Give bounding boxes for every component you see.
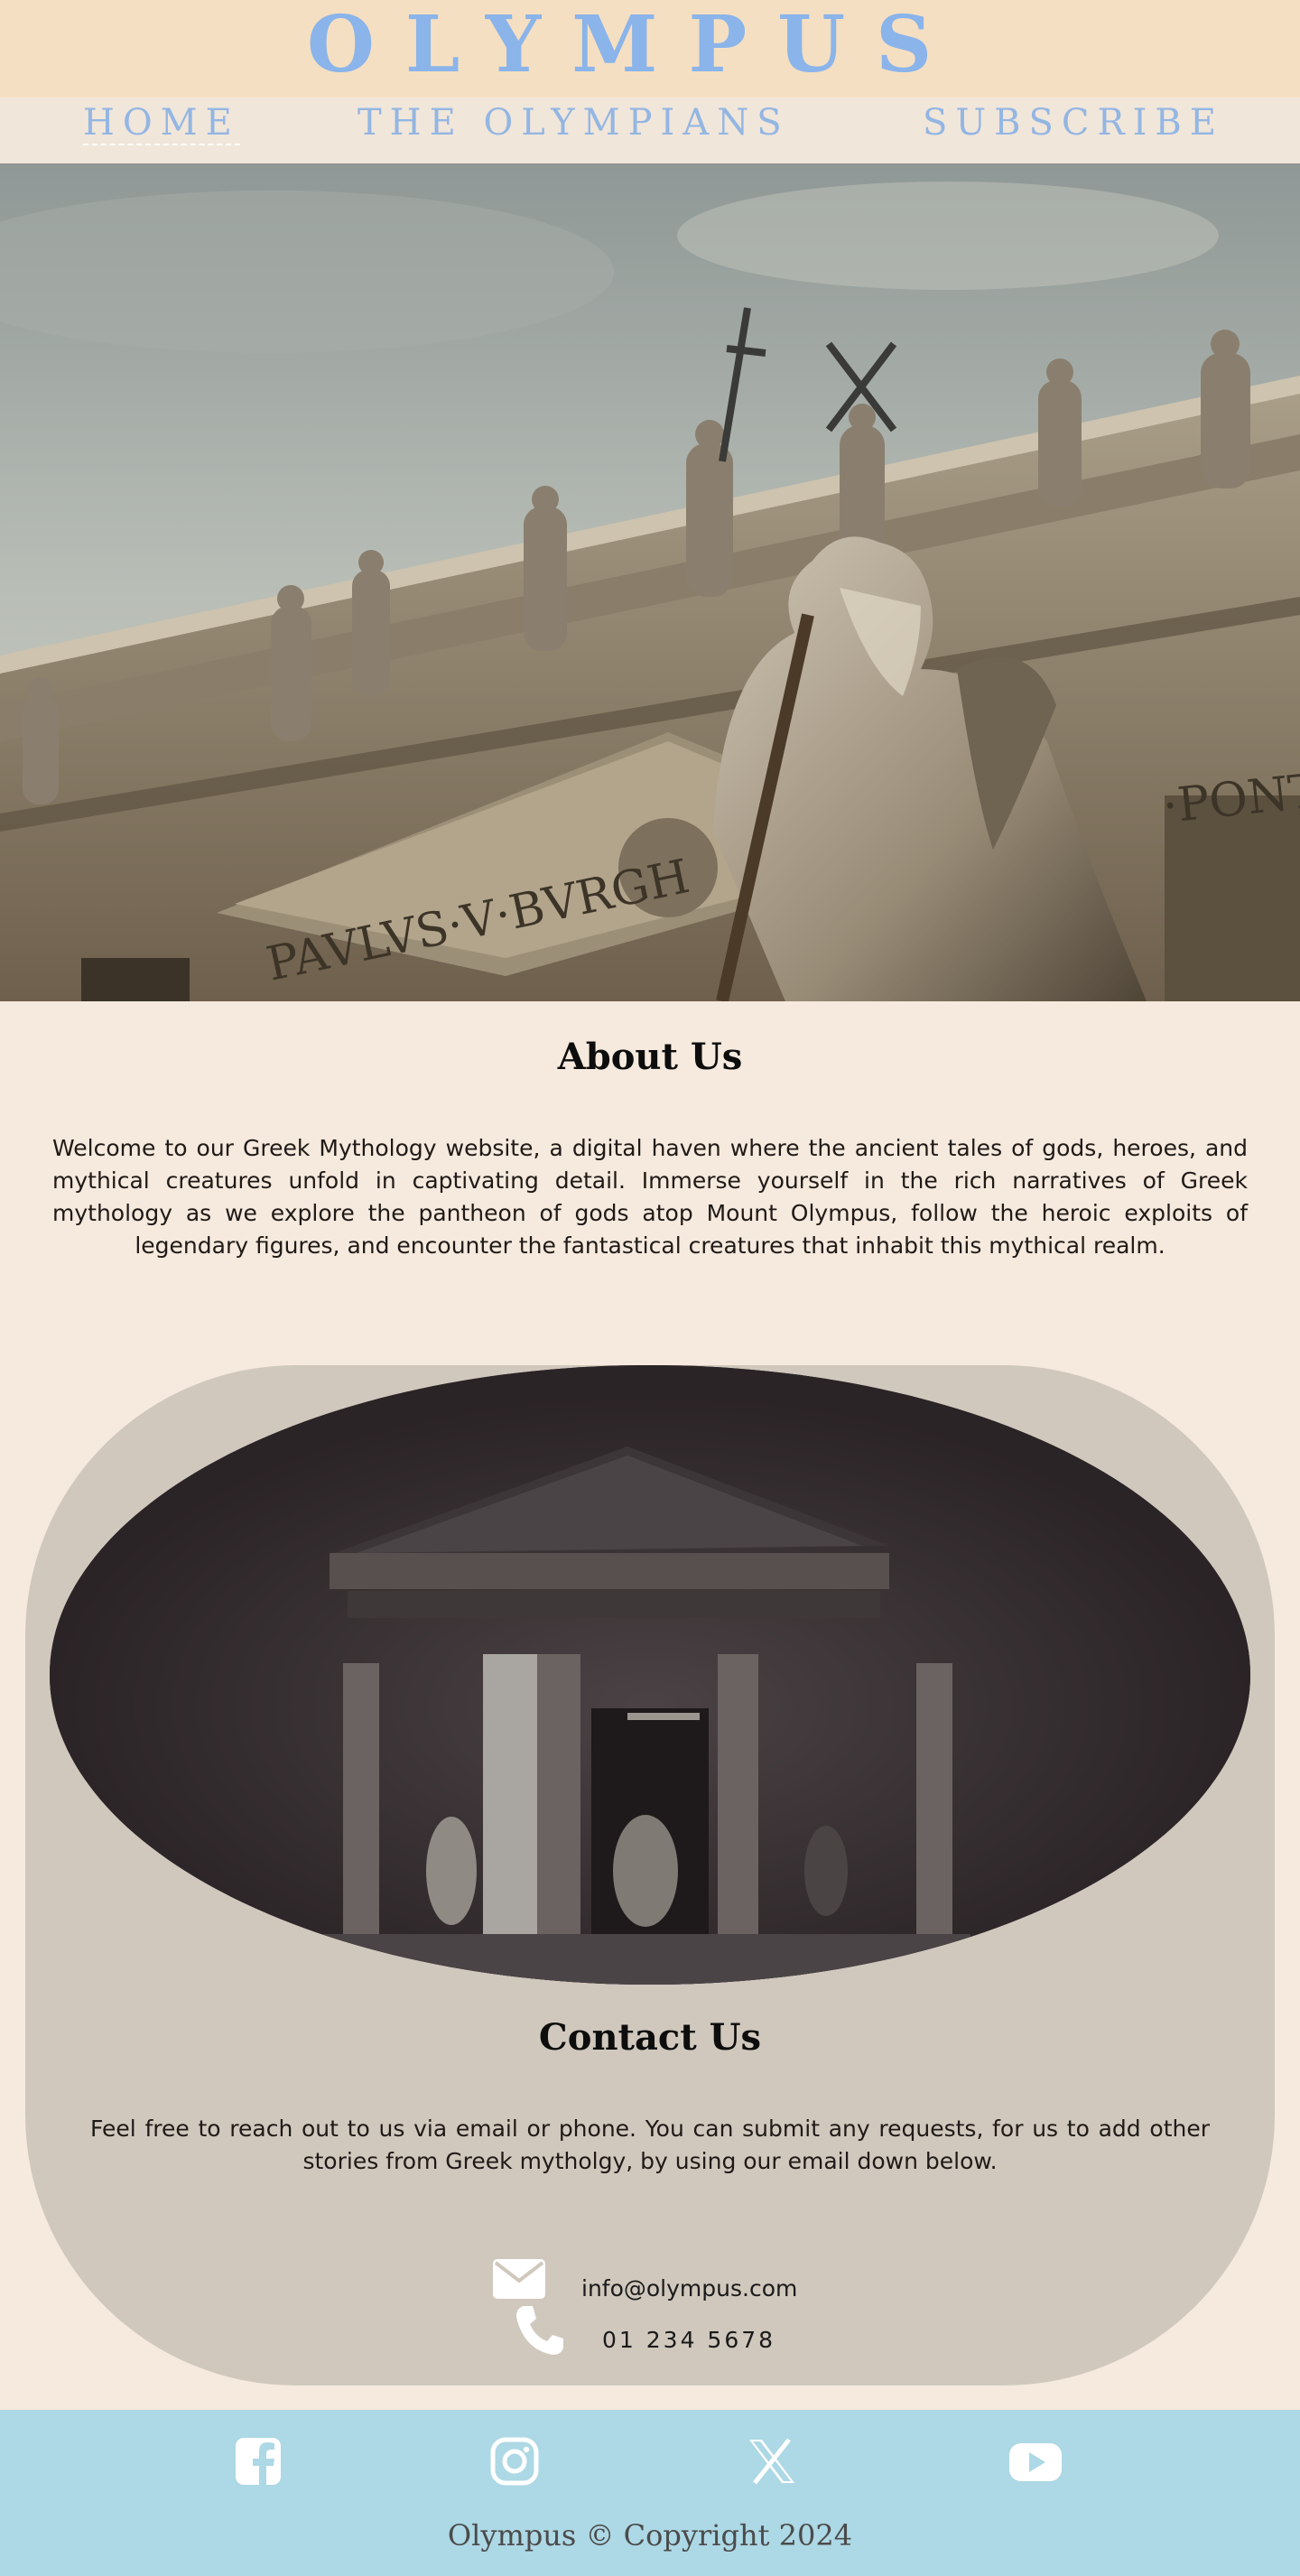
nav-olympians-label: THE OLYMPIANS	[358, 102, 790, 144]
brand-bar: OLYMPUS	[0, 0, 1300, 98]
youtube-icon[interactable]	[1008, 2436, 1062, 2487]
copyright-text: Olympus © Copyright 2024	[447, 2518, 853, 2553]
basilica-statues-illustration: PAVLVS·V·BVRGH ·PONT	[0, 163, 1300, 1001]
temple-night-illustration	[50, 1365, 1250, 1985]
contact-phone-number[interactable]: 01 234 5678	[602, 2325, 775, 2356]
phone-icon	[511, 2302, 567, 2358]
x-icon[interactable]	[744, 2436, 798, 2487]
contact-title: Contact Us	[538, 2016, 762, 2059]
nav-subscribe-label: SUBSCRIBE	[923, 102, 1225, 144]
contact-paragraph: Feel free to reach out to us via email o…	[90, 2116, 1210, 2174]
about-title: About Us	[557, 1036, 743, 1078]
about-paragraph: Welcome to our Greek Mythology website, …	[52, 1135, 1248, 1259]
nav-home-link[interactable]: HOME	[83, 98, 240, 163]
temple-image	[50, 1365, 1250, 1985]
facebook-icon[interactable]	[230, 2436, 284, 2487]
nav-subscribe-link[interactable]: SUBSCRIBE	[923, 98, 1224, 163]
contact-email-link[interactable]: info@olympus.com	[581, 2274, 797, 2304]
site-logo-title: OLYMPUS	[307, 0, 963, 90]
envelope-icon	[493, 2259, 545, 2299]
nav-home-label: HOME	[83, 102, 240, 145]
hero-image: PAVLVS·V·BVRGH ·PONT	[0, 163, 1300, 1001]
nav-olympians-link[interactable]: THE OLYMPIANS	[358, 98, 790, 163]
main-nav: HOME THE OLYMPIANS SUBSCRIBE	[0, 98, 1300, 163]
instagram-icon[interactable]	[486, 2436, 540, 2487]
